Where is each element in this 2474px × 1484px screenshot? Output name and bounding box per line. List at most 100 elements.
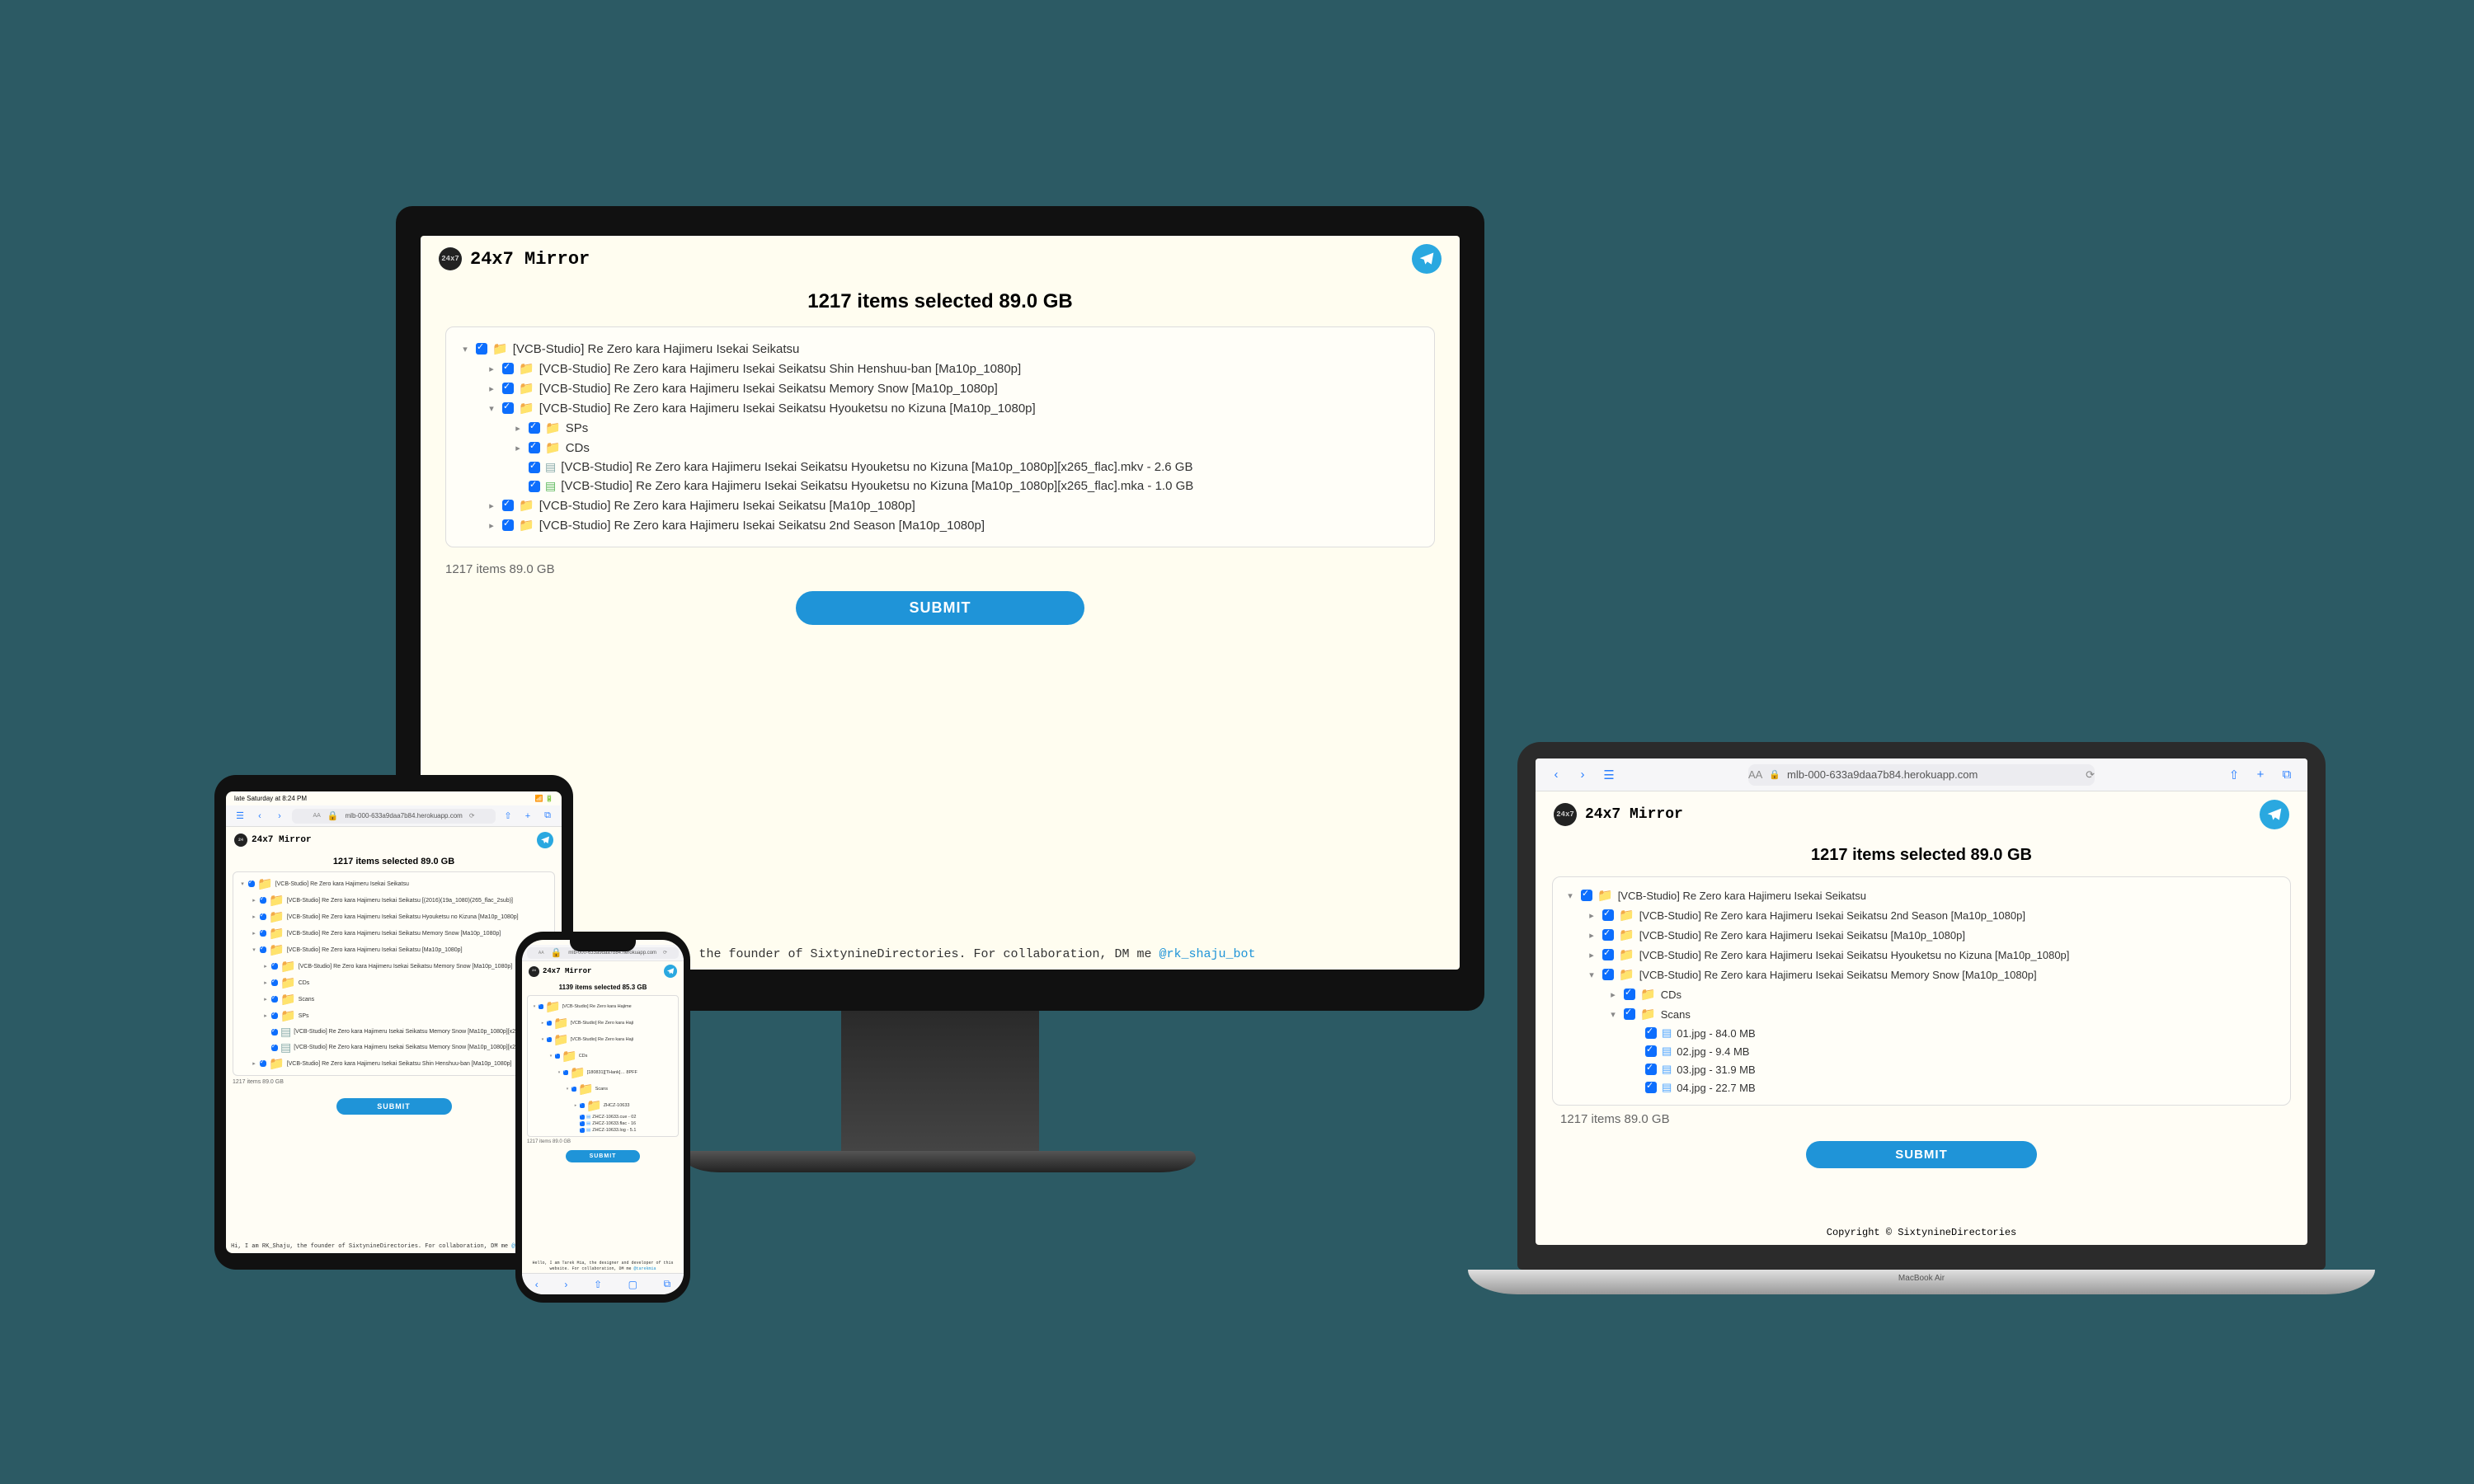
tree-row[interactable]: ▾📁[VCB-Studio] Re Zero kara Hajimeru Ise… [454, 398, 1426, 418]
checkbox[interactable] [580, 1128, 585, 1133]
tree-row[interactable]: ▸📁[VCB-Studio] Re Zero kara Hajimeru Ise… [1559, 905, 2284, 925]
tree-row[interactable]: ▸📁[VCB-Studio] Re Zero kara Hajimeru Ise… [454, 378, 1426, 398]
checkbox[interactable] [1645, 1045, 1657, 1057]
checkbox[interactable] [555, 1054, 560, 1059]
tree-row[interactable]: ▤03.jpg - 31.9 MB [1559, 1060, 2284, 1078]
expand-arrow-icon[interactable]: ▸ [251, 1060, 257, 1067]
checkbox[interactable] [502, 519, 514, 531]
checkbox[interactable] [1602, 929, 1614, 941]
expand-arrow-icon[interactable]: ▸ [262, 963, 269, 970]
tree-row[interactable]: ▸📁[VCB-Studio] Re Zero kara Hajimeru Ise… [1559, 945, 2284, 965]
checkbox[interactable] [1645, 1082, 1657, 1093]
tree-row[interactable]: ▾📁[VCB-Studio] Re Zero kara Hajimeru Ise… [1559, 885, 2284, 905]
tree-row[interactable]: ▾📁CDs [530, 1048, 675, 1064]
url-bar[interactable]: AA 🔒 mlb-000-633a9daa7b84.herokuapp.com … [292, 809, 496, 824]
checkbox[interactable] [529, 481, 540, 492]
checkbox[interactable] [476, 343, 487, 355]
checkbox[interactable] [529, 462, 540, 473]
checkbox[interactable] [580, 1103, 585, 1108]
expand-arrow-icon[interactable]: ▾ [557, 1070, 562, 1075]
nav-forward-icon[interactable]: › [1575, 768, 1590, 782]
checkbox[interactable] [1645, 1027, 1657, 1039]
checkbox[interactable] [529, 442, 540, 453]
expand-arrow-icon[interactable]: ▸ [251, 930, 257, 937]
expand-arrow-icon[interactable]: ▸ [486, 500, 497, 511]
checkbox[interactable] [1624, 989, 1635, 1000]
tree-row[interactable]: ▸📁[VCB-Studio] Re Zero kara Hajimeru Ise… [454, 515, 1426, 535]
tree-row[interactable]: ▤[VCB-Studio] Re Zero kara Hajimeru Isek… [237, 1024, 551, 1040]
checkbox[interactable] [1581, 890, 1592, 901]
footer-link[interactable]: @rk_shaju_bot [1159, 947, 1256, 961]
checkbox[interactable] [1602, 969, 1614, 980]
checkbox[interactable] [547, 1037, 552, 1042]
nav-back-icon[interactable]: ‹ [535, 1279, 539, 1290]
nav-forward-icon[interactable]: › [272, 811, 287, 821]
expand-arrow-icon[interactable]: ▸ [1586, 950, 1597, 960]
tabs-icon[interactable]: ⧉ [2279, 768, 2294, 782]
expand-arrow-icon[interactable]: ▸ [1586, 930, 1597, 941]
expand-arrow-icon[interactable]: ▸ [486, 364, 497, 374]
expand-arrow-icon[interactable]: ▾ [1607, 1009, 1619, 1020]
checkbox[interactable] [248, 881, 255, 887]
submit-button[interactable]: SUBMIT [336, 1098, 452, 1115]
checkbox[interactable] [260, 897, 266, 904]
tabs-icon[interactable]: ⧉ [540, 810, 555, 821]
sidebar-icon[interactable]: ☰ [233, 810, 247, 821]
checkbox[interactable] [271, 979, 278, 986]
checkbox[interactable] [547, 1021, 552, 1026]
bookmarks-icon[interactable]: ▢ [628, 1279, 637, 1290]
share-icon[interactable]: ⇧ [2227, 768, 2241, 782]
tree-row[interactable]: ▸📁Scans [237, 991, 551, 1007]
tree-row[interactable]: ▸📁ZHCZ-10633 [530, 1097, 675, 1114]
footer-link[interactable]: @tarekmia [634, 1266, 656, 1271]
expand-arrow-icon[interactable]: ▸ [262, 996, 269, 1003]
checkbox[interactable] [563, 1070, 568, 1075]
tree-row[interactable]: ▸📁CDs [1559, 984, 2284, 1004]
checkbox[interactable] [271, 1012, 278, 1019]
tree-row[interactable]: ▸📁[VCB-Studio] Re Zero kara Hajimeru Ise… [454, 495, 1426, 515]
tree-row[interactable]: ▾📁Scans [530, 1081, 675, 1097]
tree-row[interactable]: ▸📁CDs [237, 974, 551, 991]
expand-arrow-icon[interactable]: ▸ [540, 1021, 545, 1026]
expand-arrow-icon[interactable]: ▸ [262, 1012, 269, 1019]
checkbox[interactable] [260, 946, 266, 953]
tree-row[interactable]: ▸📁[VCB-Studio] Re Zero kara Hajimeru Ise… [237, 909, 551, 925]
expand-arrow-icon[interactable]: ▾ [532, 1004, 537, 1009]
checkbox[interactable] [502, 363, 514, 374]
tree-row[interactable]: ▤ZHCZ-10633.flac - 16 [530, 1120, 675, 1127]
tree-row[interactable]: ▤02.jpg - 9.4 MB [1559, 1042, 2284, 1060]
expand-arrow-icon[interactable]: ▸ [486, 383, 497, 394]
checkbox[interactable] [502, 402, 514, 414]
checkbox[interactable] [271, 963, 278, 970]
telegram-button[interactable] [1412, 244, 1442, 274]
expand-arrow-icon[interactable]: ▸ [512, 423, 524, 434]
nav-back-icon[interactable]: ‹ [252, 811, 267, 821]
submit-button[interactable]: SUBMIT [1806, 1141, 2037, 1168]
checkbox[interactable] [271, 1029, 278, 1036]
tree-row[interactable]: ▾📁[VCB-Studio] Re Zero kara Hajimeru Ise… [454, 339, 1426, 359]
tree-row[interactable]: ▾📁[180831][THank]… 8PFF [530, 1064, 675, 1081]
new-tab-icon[interactable]: + [520, 811, 535, 821]
tree-row[interactable]: ▤ZHCZ-10633.log - 5.1 [530, 1127, 675, 1134]
submit-button[interactable]: SUBMIT [566, 1150, 640, 1162]
expand-arrow-icon[interactable]: ▸ [486, 520, 497, 531]
tree-row[interactable]: ▾📁[VCB-Studio] Re Zero kara Hajime [530, 998, 675, 1015]
checkbox[interactable] [1624, 1008, 1635, 1020]
checkbox[interactable] [502, 500, 514, 511]
expand-arrow-icon[interactable]: ▾ [1586, 970, 1597, 980]
share-icon[interactable]: ⇧ [501, 810, 515, 821]
expand-arrow-icon[interactable]: ▾ [1564, 890, 1576, 901]
expand-arrow-icon[interactable]: ▾ [486, 403, 497, 414]
tree-row[interactable]: ▸📁[VCB-Studio] Re Zero kara Hajimeru Ise… [237, 1055, 551, 1072]
checkbox[interactable] [260, 913, 266, 920]
tree-row[interactable]: ▤04.jpg - 22.7 MB [1559, 1078, 2284, 1097]
expand-arrow-icon[interactable]: ▾ [548, 1054, 553, 1059]
expand-arrow-icon[interactable]: ▾ [565, 1087, 570, 1092]
expand-arrow-icon[interactable]: ▸ [251, 913, 257, 920]
expand-arrow-icon[interactable]: ▾ [459, 344, 471, 355]
tree-row[interactable]: ▾📁[VCB-Studio] Re Zero kara Hajimeru Ise… [237, 942, 551, 958]
checkbox[interactable] [260, 930, 266, 937]
tree-row[interactable]: ▸📁[VCB-Studio] Re Zero kara Hajimeru Ise… [1559, 925, 2284, 945]
expand-arrow-icon[interactable]: ▸ [1607, 989, 1619, 1000]
tree-row[interactable]: ▸📁[VCB-Studio] Re Zero kara Hajimeru Ise… [237, 892, 551, 909]
